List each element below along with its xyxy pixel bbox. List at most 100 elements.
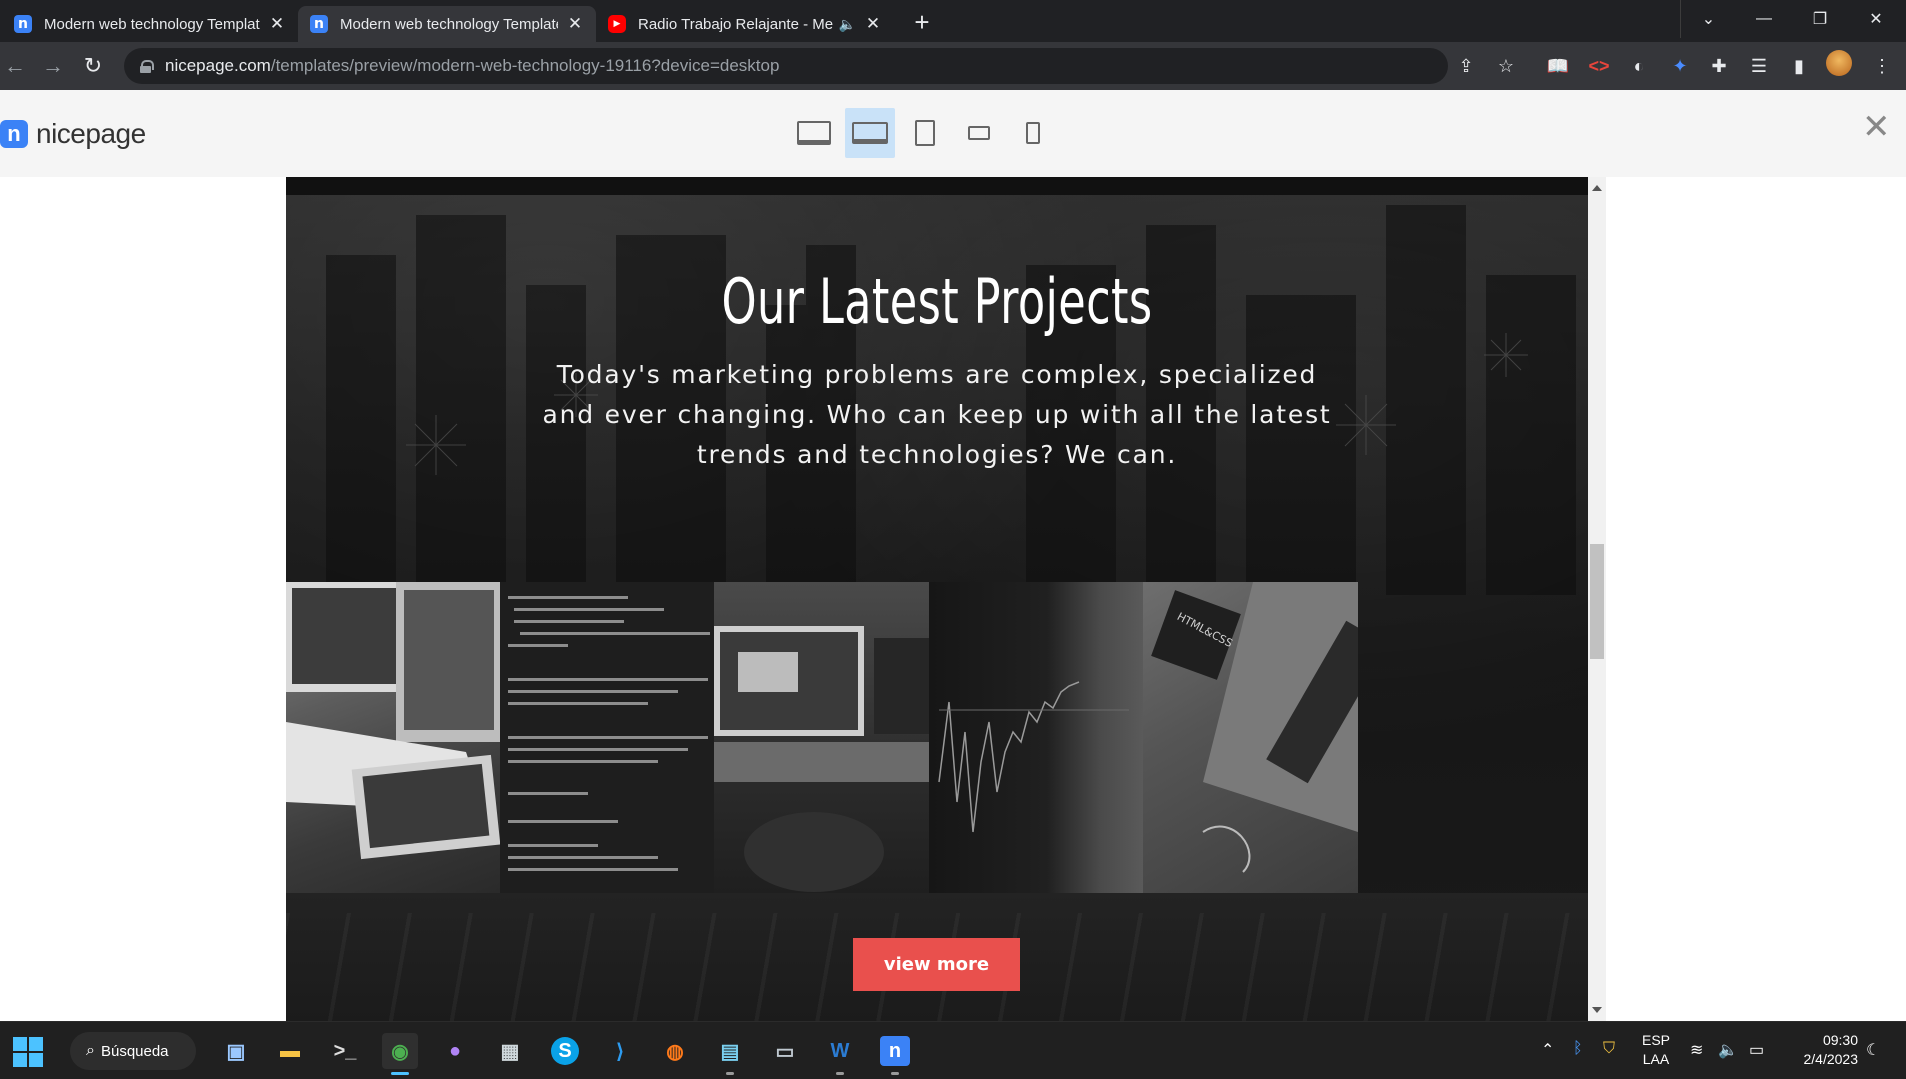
back-icon[interactable]: ← bbox=[0, 51, 30, 81]
tab-title: Modern web technology Template bbox=[340, 15, 558, 33]
laptop-icon[interactable] bbox=[845, 108, 895, 158]
nicepage-preview-header: n nicepage ✕ bbox=[0, 90, 1906, 177]
word-icon[interactable]: W bbox=[822, 1033, 858, 1069]
template-section: Our Latest Projects Today's marketing pr… bbox=[286, 177, 1588, 1021]
browser-tab-3[interactable]: ▶ Radio Trabajo Relajante - Me 🔈 ✕ bbox=[596, 6, 894, 42]
phone-landscape-icon[interactable] bbox=[954, 108, 1004, 158]
view-more-button[interactable]: view more bbox=[853, 938, 1020, 991]
laptop-and-tablet-photo bbox=[286, 582, 500, 860]
close-window-button[interactable]: ✕ bbox=[1848, 0, 1904, 38]
chrome-icon[interactable]: ◉ bbox=[382, 1033, 418, 1069]
share-icon[interactable]: ⇪ bbox=[1454, 54, 1478, 78]
section-description: Today's marketing problems are complex, … bbox=[542, 360, 1332, 469]
chrome-active-indicator bbox=[391, 1072, 409, 1075]
nicepage-running-indicator bbox=[891, 1072, 899, 1075]
desktop-icon[interactable] bbox=[789, 108, 839, 158]
gallery-item-code[interactable] bbox=[500, 582, 714, 893]
search-label: Búsqueda bbox=[100, 1042, 169, 1060]
side-panel-icon[interactable]: ▮ bbox=[1785, 52, 1813, 80]
url-text[interactable]: nicepage.com/templates/preview/modern-we… bbox=[165, 56, 779, 76]
show-hidden-icons-icon[interactable]: ⌃ bbox=[1541, 1040, 1554, 1060]
window-app-icon[interactable]: ▭ bbox=[767, 1033, 803, 1069]
battery-icon[interactable]: ▭ bbox=[1749, 1040, 1764, 1060]
security-warning-icon[interactable]: ⛉ bbox=[1603, 1040, 1615, 1058]
tab-title: Radio Trabajo Relajante - Me bbox=[638, 15, 833, 33]
close-tab-icon[interactable]: ✕ bbox=[566, 14, 584, 34]
section-top-edge bbox=[286, 177, 1588, 195]
project-gallery: HTML&CSS bbox=[286, 582, 1588, 893]
remote-desktop-icon[interactable]: ▣ bbox=[218, 1033, 254, 1069]
vscode-icon[interactable]: ⟩ bbox=[602, 1033, 638, 1069]
nicepage-logo[interactable]: n nicepage bbox=[0, 118, 146, 150]
preview-viewport: Our Latest Projects Today's marketing pr… bbox=[0, 177, 1906, 1021]
scroll-down-icon[interactable] bbox=[1592, 1007, 1602, 1013]
section-title: Our Latest Projects bbox=[721, 265, 1153, 338]
language-indicator[interactable]: ESP LAA bbox=[1636, 1031, 1676, 1069]
chrome-menu-icon[interactable]: ⋮ bbox=[1868, 52, 1896, 80]
gallery-item-html-css[interactable]: HTML&CSS bbox=[1143, 582, 1358, 893]
nicepage-favicon-icon: n bbox=[14, 15, 32, 33]
scroll-up-icon[interactable] bbox=[1592, 185, 1602, 191]
nicepage-app-icon[interactable]: n bbox=[880, 1036, 910, 1066]
tab-search-icon[interactable]: ⌄ bbox=[1680, 0, 1736, 38]
address-bar[interactable]: nicepage.com/templates/preview/modern-we… bbox=[124, 48, 1514, 84]
volume-icon[interactable]: 🔈 bbox=[1718, 1040, 1738, 1060]
audio-playing-icon[interactable]: 🔈 bbox=[839, 16, 856, 33]
calculator-icon[interactable]: ▦ bbox=[492, 1033, 528, 1069]
nicepage-logo-icon: n bbox=[0, 120, 28, 148]
tablet-icon[interactable] bbox=[900, 108, 950, 158]
terminal-icon[interactable]: >_ bbox=[327, 1033, 363, 1069]
language-code: ESP bbox=[1641, 1032, 1670, 1048]
gallery-item-laptop-tablet[interactable] bbox=[286, 582, 500, 893]
html-css-laptop-photo: HTML&CSS bbox=[1151, 582, 1358, 873]
keyboard-layout: LAA bbox=[1642, 1051, 1670, 1067]
notepad-icon[interactable]: ▤ bbox=[712, 1033, 748, 1069]
phone-icon[interactable] bbox=[1008, 108, 1058, 158]
extension-translate-icon[interactable]: ✦ bbox=[1666, 52, 1694, 80]
profile-avatar[interactable] bbox=[1826, 50, 1852, 76]
scrollbar-thumb[interactable] bbox=[1590, 544, 1604, 659]
nicepage-logo-text: nicepage bbox=[36, 118, 146, 149]
extension-colorpicker-icon[interactable]: ◐ bbox=[1625, 52, 1653, 80]
nicepage-favicon-icon: n bbox=[310, 15, 328, 33]
clock[interactable]: 09:30 2/4/2023 bbox=[1786, 1031, 1859, 1069]
preview-scrollbar[interactable] bbox=[1588, 177, 1606, 1021]
gallery-item-chart[interactable] bbox=[929, 582, 1143, 893]
youtube-favicon-icon: ▶ bbox=[608, 15, 626, 33]
extensions-puzzle-icon[interactable]: ✚ bbox=[1705, 52, 1733, 80]
tab-title: Modern web technology Template bbox=[44, 15, 260, 33]
focus-moon-icon[interactable]: ☾ bbox=[1866, 1040, 1880, 1060]
taskbar-search[interactable]: ⌕ Búsqueda bbox=[70, 1032, 196, 1070]
lock-icon bbox=[140, 59, 154, 73]
clock-time: 09:30 bbox=[1822, 1032, 1858, 1048]
browser-tab-2[interactable]: n Modern web technology Template ✕ bbox=[298, 6, 596, 42]
bookmark-star-icon[interactable]: ☆ bbox=[1494, 54, 1518, 78]
browser-tab-strip: n Modern web technology Template ✕ n Mod… bbox=[0, 0, 1906, 42]
close-preview-icon[interactable]: ✕ bbox=[1862, 110, 1891, 144]
code-screen-photo bbox=[508, 596, 710, 871]
extension-book-icon[interactable]: 📖 bbox=[1544, 52, 1572, 80]
wifi-icon[interactable]: ≋ bbox=[1690, 1040, 1703, 1060]
reload-icon[interactable]: ↻ bbox=[78, 51, 108, 81]
new-tab-button[interactable]: + bbox=[908, 9, 936, 37]
close-tab-icon[interactable]: ✕ bbox=[864, 14, 882, 34]
stock-chart-photo bbox=[938, 681, 1129, 833]
browser-tab-1[interactable]: n Modern web technology Template ✕ bbox=[2, 6, 298, 42]
skype-icon[interactable]: S bbox=[551, 1037, 579, 1065]
file-explorer-icon[interactable]: ▬ bbox=[272, 1033, 308, 1069]
forward-icon[interactable]: → bbox=[38, 51, 68, 81]
github-desktop-icon[interactable]: ● bbox=[437, 1033, 473, 1069]
reading-list-icon[interactable]: ☰ bbox=[1745, 52, 1773, 80]
windows-start-icon[interactable] bbox=[13, 1037, 43, 1067]
notepad-running-indicator bbox=[726, 1072, 734, 1075]
minimize-button[interactable]: — bbox=[1736, 0, 1792, 38]
extension-code-icon[interactable]: <> bbox=[1585, 52, 1613, 80]
desk-monitor-photo bbox=[714, 626, 929, 892]
windows-taskbar: ⌕ Búsqueda ▣ ▬ >_ ◉ ● ▦ S ⟩ ◍ ▤ ▭ W n ⌃ … bbox=[0, 1021, 1906, 1079]
bluetooth-icon[interactable]: ᛒ bbox=[1573, 1040, 1583, 1058]
search-icon: ⌕ bbox=[86, 1042, 95, 1059]
firefox-icon[interactable]: ◍ bbox=[657, 1033, 693, 1069]
close-tab-icon[interactable]: ✕ bbox=[268, 14, 286, 34]
restore-button[interactable]: ❐ bbox=[1792, 0, 1848, 38]
gallery-item-desk[interactable] bbox=[714, 582, 929, 893]
